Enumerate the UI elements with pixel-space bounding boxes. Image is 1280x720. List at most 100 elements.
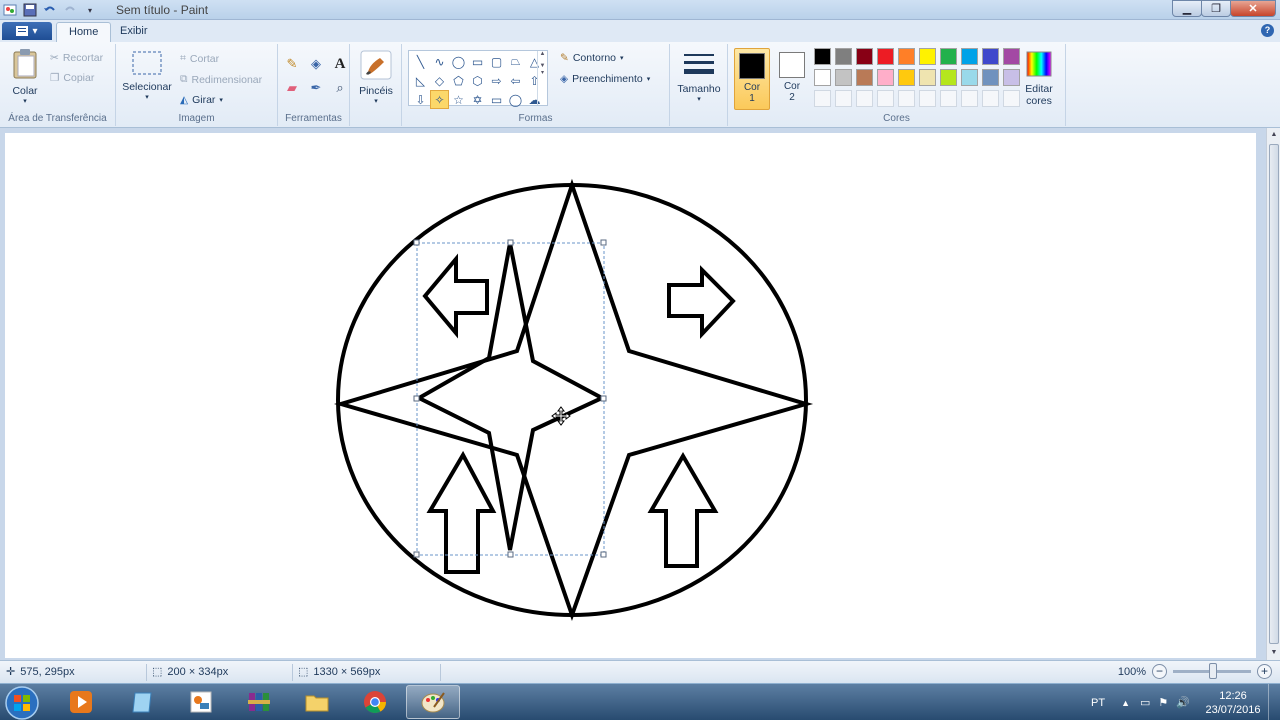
palette-row1-swatch-7[interactable] [961, 48, 978, 65]
copy-button[interactable]: ❐ Copiar [50, 72, 94, 84]
zoom-in-icon[interactable]: + [1257, 664, 1272, 679]
four-point-star-shape-icon[interactable]: ✧ [430, 90, 449, 109]
line-shape-icon[interactable]: ╲ [411, 52, 430, 71]
rounded-rectangle-shape-icon[interactable]: ▢ [487, 52, 506, 71]
shapes-scrollbar[interactable]: ▲ ▼ ▾ [537, 51, 547, 105]
zoom-slider[interactable] [1173, 663, 1251, 679]
clock[interactable]: 12:26 23/07/2016 [1198, 689, 1268, 717]
text-tool-icon[interactable]: A [330, 54, 350, 74]
palette-row2-swatch-0[interactable] [814, 69, 831, 86]
volume-icon[interactable]: 🔊 [1176, 696, 1190, 709]
palette-row2-swatch-1[interactable] [835, 69, 852, 86]
palette-row2-swatch-2[interactable] [856, 69, 873, 86]
restore-button[interactable]: ❐ [1201, 0, 1231, 17]
customize-qat-icon[interactable]: ▾ [82, 2, 98, 18]
taskbar-explorer[interactable] [290, 685, 344, 719]
fill-button[interactable]: ◈ Preenchimento ▾ [560, 73, 650, 85]
taskbar-chrome[interactable] [348, 685, 402, 719]
outline-button[interactable]: ✎ Contorno ▾ [560, 52, 624, 64]
hexagon-shape-icon[interactable]: ⬡ [468, 71, 487, 90]
palette-row1-swatch-6[interactable] [940, 48, 957, 65]
left-arrow-shape-icon[interactable]: ⇦ [506, 71, 525, 90]
six-point-star-shape-icon[interactable]: ✡ [468, 90, 487, 109]
paste-button[interactable]: Colar ▾ [6, 48, 44, 105]
paint-app-icon[interactable] [2, 2, 18, 18]
tab-view[interactable]: Exibir [108, 22, 160, 42]
custom-color-slot[interactable] [814, 90, 831, 107]
palette-row1-swatch-5[interactable] [919, 48, 936, 65]
taskbar-presentation[interactable] [174, 685, 228, 719]
vertical-scrollbar[interactable]: ▲ ▼ [1266, 128, 1280, 660]
taskbar-notepad[interactable] [116, 685, 170, 719]
palette-row1-swatch-0[interactable] [814, 48, 831, 65]
zoom-slider-knob[interactable] [1209, 663, 1217, 679]
custom-color-slot[interactable] [982, 90, 999, 107]
fill-bucket-icon[interactable]: ◈ [306, 54, 326, 74]
eraser-icon[interactable]: ▰ [282, 78, 302, 98]
save-icon[interactable] [22, 2, 38, 18]
start-button[interactable] [4, 685, 44, 720]
drawing-canvas[interactable] [5, 133, 1256, 658]
help-icon[interactable]: ? [1261, 24, 1274, 37]
zoom-out-icon[interactable]: − [1152, 664, 1167, 679]
rounded-callout-shape-icon[interactable]: ▭ [487, 90, 506, 109]
palette-row2-swatch-8[interactable] [982, 69, 999, 86]
magnifier-icon[interactable]: ⌕ [330, 78, 350, 98]
redo-icon[interactable] [62, 2, 78, 18]
curve-shape-icon[interactable]: ∿ [430, 52, 449, 71]
pencil-icon[interactable]: ✎ [282, 54, 302, 74]
size-button[interactable]: Tamanho ▾ [676, 50, 722, 103]
custom-color-slot[interactable] [898, 90, 915, 107]
color-picker-icon[interactable]: ✒ [306, 78, 326, 98]
pentagon-shape-icon[interactable]: ⬠ [449, 71, 468, 90]
custom-color-slot[interactable] [835, 90, 852, 107]
polygon-shape-icon[interactable]: ⏢ [506, 52, 525, 71]
show-hidden-icons-icon[interactable]: ▲ [1121, 698, 1130, 708]
palette-row1-swatch-2[interactable] [856, 48, 873, 65]
resize-button[interactable]: ⧉ Redimensionar [180, 73, 262, 86]
tab-home[interactable]: Home [56, 22, 112, 42]
brushes-button[interactable]: Pincéis ▾ [356, 50, 396, 105]
action-center-flag-icon[interactable]: ⚑ [1158, 696, 1168, 709]
palette-row2-swatch-5[interactable] [919, 69, 936, 86]
right-arrow-shape-icon[interactable]: ⇨ [487, 71, 506, 90]
oval-callout-shape-icon[interactable]: ◯ [506, 90, 525, 109]
paint-menu-button[interactable]: ▾ [2, 22, 52, 40]
palette-row1-swatch-8[interactable] [982, 48, 999, 65]
color2-button[interactable]: Cor 2 [774, 48, 810, 110]
color1-button[interactable]: Cor 1 [734, 48, 770, 110]
scroll-up-icon[interactable]: ▲ [1267, 128, 1280, 142]
close-button[interactable]: ✕ [1230, 0, 1276, 17]
palette-row1-swatch-1[interactable] [835, 48, 852, 65]
taskbar-media-player[interactable] [54, 685, 108, 719]
oval-shape-icon[interactable]: ◯ [449, 52, 468, 71]
custom-color-slot[interactable] [940, 90, 957, 107]
palette-row2-swatch-3[interactable] [877, 69, 894, 86]
custom-color-slot[interactable] [961, 90, 978, 107]
custom-color-slot[interactable] [919, 90, 936, 107]
select-button[interactable]: Selecionar ▾ [120, 50, 174, 101]
undo-icon[interactable] [42, 2, 58, 18]
minimize-button[interactable]: ▁ [1172, 0, 1202, 17]
taskbar-winrar[interactable] [232, 685, 286, 719]
five-point-star-shape-icon[interactable]: ☆ [449, 90, 468, 109]
language-indicator[interactable]: PT [1091, 697, 1105, 709]
rotate-button[interactable]: ◭ Girar ▾ [180, 94, 223, 106]
taskbar-paint[interactable] [406, 685, 460, 719]
cut-button[interactable]: ✂ Recortar [50, 52, 103, 64]
palette-row2-swatch-6[interactable] [940, 69, 957, 86]
palette-row2-swatch-4[interactable] [898, 69, 915, 86]
edit-colors-button[interactable]: Editar cores [1018, 50, 1060, 107]
scrollbar-thumb[interactable] [1269, 144, 1279, 644]
custom-color-slot[interactable] [856, 90, 873, 107]
scroll-down-icon[interactable]: ▼ [1267, 646, 1280, 660]
rectangle-shape-icon[interactable]: ▭ [468, 52, 487, 71]
right-triangle-shape-icon[interactable]: ◺ [411, 71, 430, 90]
crop-button[interactable]: ⌗ Cortar [180, 52, 219, 65]
show-desktop-button[interactable] [1268, 684, 1280, 720]
diamond-shape-icon[interactable]: ◇ [430, 71, 449, 90]
palette-row2-swatch-7[interactable] [961, 69, 978, 86]
custom-color-slot[interactable] [877, 90, 894, 107]
palette-row1-swatch-4[interactable] [898, 48, 915, 65]
down-arrow-shape-icon[interactable]: ⇩ [411, 90, 430, 109]
